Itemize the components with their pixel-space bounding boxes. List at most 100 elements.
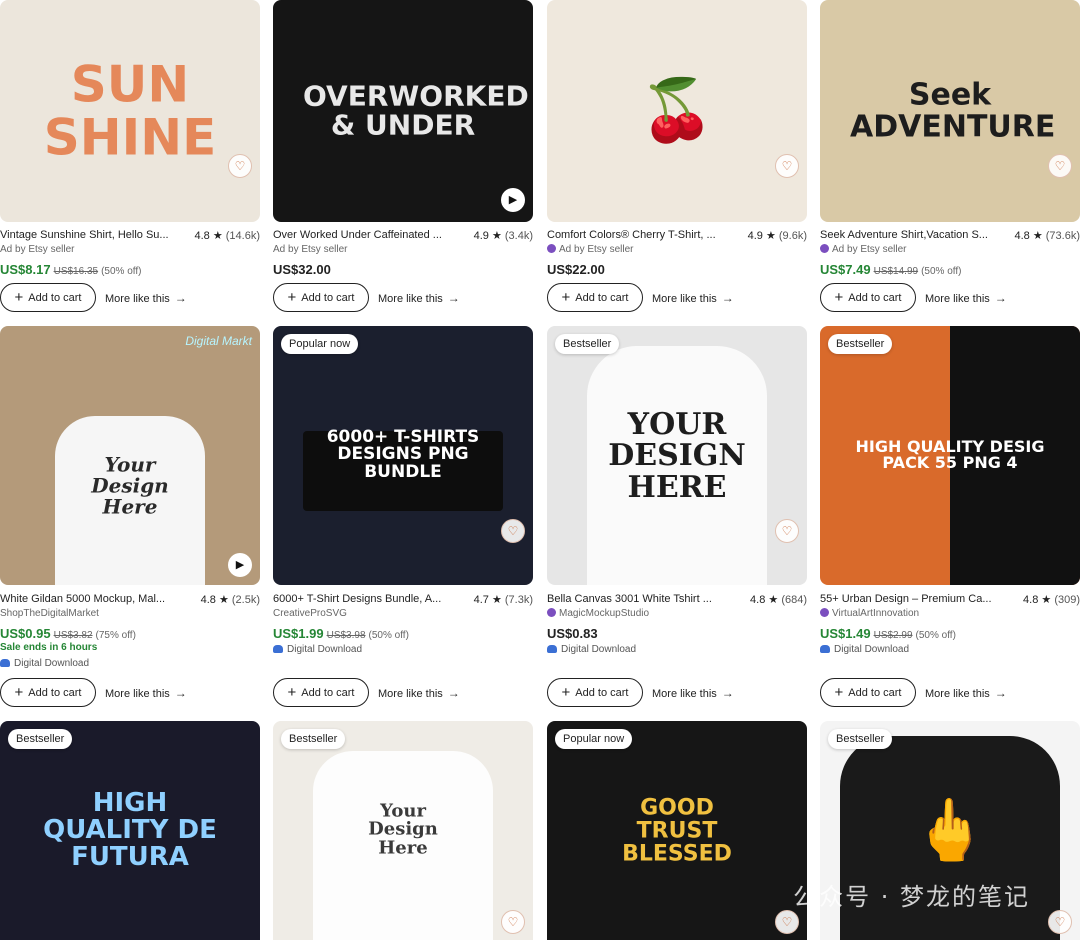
add-to-cart-button[interactable]: + Add to cart [273, 283, 369, 312]
cloud-download-icon [273, 645, 283, 653]
favorite-icon[interactable]: ♡ [501, 519, 525, 543]
star-icon: ★ [765, 229, 776, 242]
more-like-this-link[interactable]: More like this → [652, 291, 734, 305]
plus-icon: + [834, 684, 844, 701]
favorite-icon[interactable]: ♡ [1048, 154, 1072, 178]
cloud-download-icon [820, 645, 830, 653]
product-image[interactable]: HIGH QUALITY DESIG PACK 55 PNG 4 Bestsel… [820, 326, 1080, 585]
plus-icon: + [561, 684, 571, 701]
favorite-icon[interactable]: ♡ [1048, 910, 1072, 934]
favorite-icon[interactable]: ♡ [775, 154, 799, 178]
image-text: OVERWORKED & UNDER [303, 79, 529, 142]
image-text: GOOD TRUST BLESSED [622, 794, 732, 867]
bestseller-badge: Bestseller [828, 334, 893, 354]
more-like-this-link[interactable]: More like this → [925, 291, 1007, 305]
image-text: SUN SHINE [43, 55, 217, 166]
original-price: US$14.99 [873, 266, 919, 277]
more-like-this-link[interactable]: More like this → [925, 686, 1007, 700]
plus-icon: + [287, 684, 297, 701]
discount: (75% off) [95, 630, 136, 641]
image-text: 6000+ T-SHIRTS DESIGNS PNG BUNDLE [326, 426, 480, 483]
add-to-cart-button[interactable]: + Add to cart [820, 283, 916, 312]
product-title[interactable]: Seek Adventure Shirt,Vacation S... [820, 229, 995, 241]
plus-icon: + [14, 684, 24, 701]
rating: 4.7 ★ (7.3k) [473, 593, 533, 606]
more-like-this-link[interactable]: More like this → [105, 686, 187, 700]
product-image[interactable]: 🍒 ♡ [547, 0, 807, 222]
product-title[interactable]: Comfort Colors® Cherry T-Shirt, ... [547, 229, 722, 241]
add-to-cart-button[interactable]: + Add to cart [273, 678, 369, 707]
discount: (50% off) [368, 630, 409, 641]
digital-download-label: Digital Download [273, 644, 533, 657]
original-price: US$2.99 [873, 630, 913, 641]
bestseller-badge: Bestseller [555, 334, 620, 354]
rating: 4.8 ★ (14.6k) [194, 229, 260, 242]
play-icon[interactable]: ▶ [228, 553, 252, 577]
bestseller-badge: Bestseller [8, 729, 73, 749]
favorite-icon[interactable]: ♡ [501, 910, 525, 934]
star-icon: ★ [218, 593, 229, 606]
plus-icon: + [561, 289, 571, 306]
plus-icon: + [14, 289, 24, 306]
price: US$1.49 [820, 626, 871, 641]
product-image[interactable]: OVERWORKED & UNDER ▶ [273, 0, 533, 222]
seller-name: Ad by Etsy seller [547, 244, 807, 257]
add-to-cart-button[interactable]: + Add to cart [0, 678, 96, 707]
product-image[interactable]: GOOD TRUST BLESSED Popular now ♡ [547, 721, 807, 940]
product-title[interactable]: Vintage Sunshine Shirt, Hello Su... [0, 229, 175, 241]
rating: 4.8 ★ (2.5k) [200, 593, 260, 606]
add-to-cart-button[interactable]: + Add to cart [547, 678, 643, 707]
rating: 4.9 ★ (3.4k) [473, 229, 533, 242]
more-like-this-link[interactable]: More like this → [105, 291, 187, 305]
rating: 4.8 ★ (73.6k) [1014, 229, 1080, 242]
play-icon[interactable]: ▶ [501, 188, 525, 212]
bestseller-badge: Bestseller [828, 729, 893, 749]
star-icon: ★ [212, 229, 223, 242]
product-title[interactable]: Over Worked Under Caffeinated ... [273, 229, 448, 241]
star-icon: ★ [768, 593, 779, 606]
original-price: US$3.98 [326, 630, 366, 641]
cloud-download-icon [547, 645, 557, 653]
add-to-cart-button[interactable]: + Add to cart [820, 678, 916, 707]
price: US$32.00 [273, 262, 331, 277]
product-image[interactable]: HIGH QUALITY DE FUTURA Bestseller [0, 721, 260, 940]
product-image[interactable]: YOUR DESIGN HERE Bestseller ♡ [547, 326, 807, 585]
product-image[interactable]: 6000+ T-SHIRTS DESIGNS PNG BUNDLE Popula… [273, 326, 533, 585]
product-image[interactable]: Seek ADVENTURE ♡ [820, 0, 1080, 222]
add-to-cart-button[interactable]: + Add to cart [0, 283, 96, 312]
product-image[interactable]: SUN SHINE ♡ [0, 0, 260, 222]
favorite-icon[interactable]: ♡ [228, 154, 252, 178]
star-seller-icon [820, 244, 829, 253]
bestseller-badge: Bestseller [281, 729, 346, 749]
popular-now-badge: Popular now [281, 334, 359, 354]
discount: (50% off) [101, 266, 142, 277]
more-like-this-link[interactable]: More like this → [378, 291, 460, 305]
product-image[interactable]: Your Design Here Bestseller ♡ [273, 721, 533, 940]
favorite-icon[interactable]: ♡ [775, 519, 799, 543]
popular-now-badge: Popular now [555, 729, 633, 749]
product-title[interactable]: White Gildan 5000 Mockup, Mal... [0, 593, 175, 605]
price: US$0.83 [547, 626, 598, 641]
watermark: 公众号 · 梦龙的笔记 [793, 883, 1030, 911]
seller-name: ShopTheDigitalMarket [0, 608, 99, 619]
more-like-this-link[interactable]: More like this → [378, 686, 460, 700]
more-like-this-link[interactable]: More like this → [652, 686, 734, 700]
cloud-download-icon [0, 659, 10, 667]
seller-name: Ad by Etsy seller [273, 244, 348, 255]
product-title[interactable]: 6000+ T-Shirt Designs Bundle, A... [273, 593, 448, 605]
product-title[interactable]: Bella Canvas 3001 White Tshirt ... [547, 593, 722, 605]
price: US$1.99 [273, 626, 324, 641]
cherry-icon: 🍒 [639, 75, 715, 146]
seller-name: CreativeProSVG [273, 608, 347, 619]
product-image[interactable]: Your Design Here Digital Markt ▶ [0, 326, 260, 585]
seller-name: VirtualArtInnovation [820, 608, 1080, 621]
arrow-right-icon: → [174, 685, 187, 700]
favorite-icon[interactable]: ♡ [775, 910, 799, 934]
image-text: Your Design Here [368, 800, 438, 859]
rating: 4.8 ★ (684) [750, 593, 807, 606]
star-icon: ★ [491, 593, 502, 606]
digital-download-label: Digital Download [547, 644, 807, 657]
product-title[interactable]: 55+ Urban Design – Premium Ca... [820, 593, 995, 605]
add-to-cart-button[interactable]: + Add to cart [547, 283, 643, 312]
plus-icon: + [834, 289, 844, 306]
